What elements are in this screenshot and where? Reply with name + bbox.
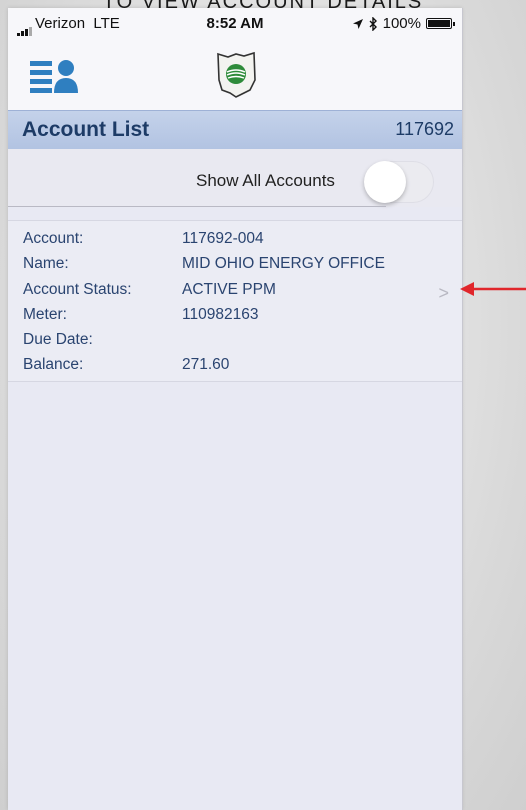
toggle-knob — [364, 161, 406, 203]
show-all-accounts-toggle[interactable] — [364, 161, 434, 203]
name-value: MID OHIO ENERGY OFFICE — [182, 255, 385, 272]
meter-label: Meter: — [23, 306, 67, 323]
battery-icon — [426, 18, 455, 29]
page-title: Account List — [22, 118, 150, 141]
show-all-accounts-row: Show All Accounts — [8, 149, 462, 207]
account-list-header: Account List 117692 — [8, 110, 462, 150]
battery-fill — [428, 20, 450, 27]
annotation-arrow-icon — [460, 282, 526, 296]
customer-number: 117692 — [395, 119, 454, 139]
balance-value: 271.60 — [182, 356, 230, 373]
account-menu-icon[interactable] — [30, 58, 78, 98]
status-bar: Verizon LTE 8:52 AM 100% — [8, 8, 462, 38]
battery-percent: 100% — [382, 15, 421, 32]
account-status-label: Account Status: — [23, 281, 132, 298]
balance-label: Balance: — [23, 356, 84, 373]
phone-screen: Verizon LTE 8:52 AM 100% Account List 11… — [8, 8, 462, 810]
ohio-state-logo-icon — [217, 51, 256, 98]
nav-bar — [8, 38, 462, 110]
account-label: Account: — [23, 230, 84, 247]
account-value: 117692-004 — [182, 230, 264, 247]
bluetooth-icon — [369, 16, 377, 31]
account-list-item[interactable]: Account: 117692-004 Name: MID OHIO ENERG… — [8, 220, 462, 382]
account-status-value: ACTIVE PPM — [182, 281, 276, 298]
location-arrow-icon — [352, 18, 363, 29]
chevron-right-icon[interactable]: > — [438, 283, 449, 304]
divider — [8, 206, 386, 207]
show-all-accounts-label: Show All Accounts — [196, 171, 335, 190]
meter-value: 110982163 — [182, 306, 259, 323]
name-label: Name: — [23, 255, 69, 272]
status-indicators: 100% — [352, 15, 455, 32]
due-date-label: Due Date: — [23, 331, 93, 348]
